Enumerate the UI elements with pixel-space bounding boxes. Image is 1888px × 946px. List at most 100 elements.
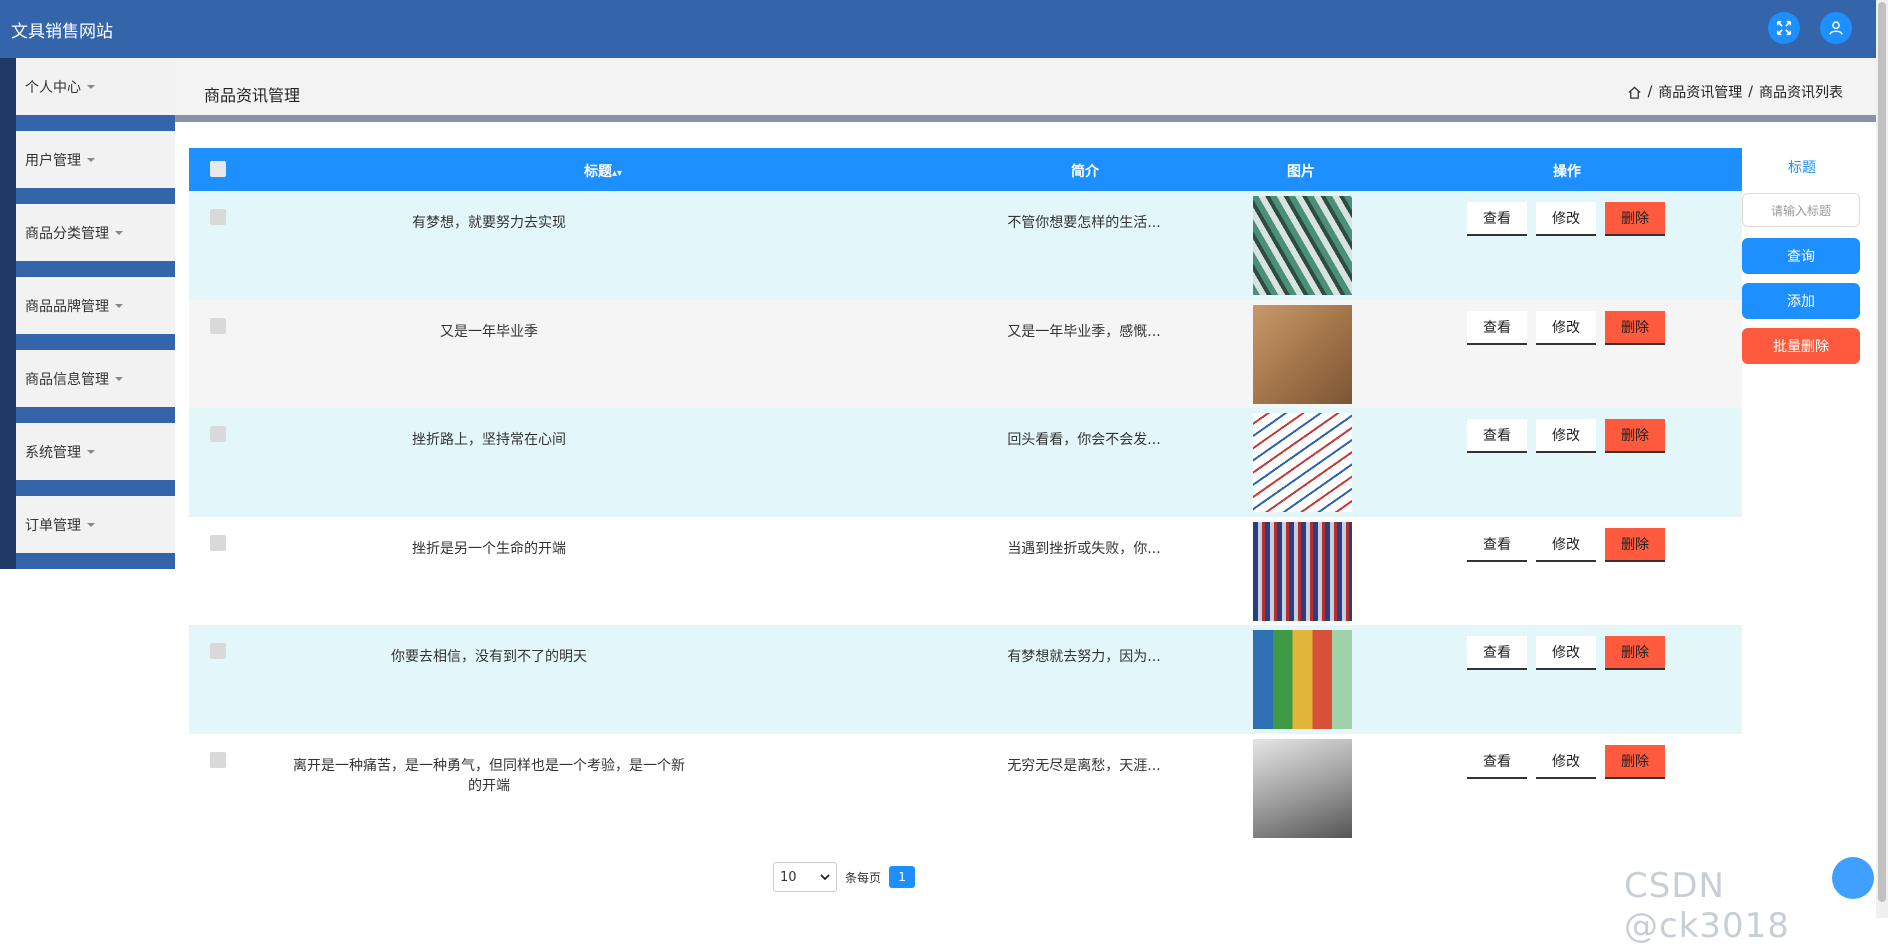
- table-header: 标题▴▾ 简介 图片 操作: [189, 148, 1742, 191]
- table-row: 挫折路上，坚持常在心间 回头看看，你会不会发... 查看 修改 删除: [189, 408, 1742, 517]
- caret-down-icon: [115, 303, 123, 308]
- page-size-select[interactable]: 10: [773, 862, 837, 892]
- fullscreen-button[interactable]: [1768, 12, 1800, 44]
- scrollbar-thumb[interactable]: [1878, 2, 1886, 902]
- edit-button[interactable]: 修改: [1536, 744, 1596, 779]
- cell-title: 挫折是另一个生命的开端: [412, 540, 566, 557]
- breadcrumb-item: 商品资讯列表: [1759, 85, 1843, 101]
- row-checkbox[interactable]: [210, 643, 226, 659]
- delete-button[interactable]: 删除: [1605, 310, 1665, 345]
- sidebar-item-profile[interactable]: 个人中心: [0, 58, 175, 131]
- row-checkbox[interactable]: [210, 209, 226, 225]
- per-page-label: 条每页: [845, 870, 882, 885]
- site-title: 文具销售网站: [11, 22, 113, 42]
- delete-button[interactable]: 删除: [1605, 527, 1665, 562]
- sidebar-item-brands[interactable]: 商品品牌管理: [0, 277, 175, 350]
- row-checkbox[interactable]: [210, 426, 226, 442]
- table-row: 离开是一种痛苦，是一种勇气，但同样也是一个考验，是一个新的开端 无穷无尽是离愁，…: [189, 733, 1742, 842]
- view-button[interactable]: 查看: [1467, 527, 1527, 562]
- view-button[interactable]: 查看: [1467, 310, 1527, 345]
- sidebar-item-orders[interactable]: 订单管理: [0, 496, 175, 569]
- caret-down-icon: [115, 376, 123, 381]
- add-button[interactable]: 添加: [1742, 283, 1860, 319]
- delete-button[interactable]: 删除: [1605, 636, 1665, 670]
- view-button[interactable]: 查看: [1467, 636, 1527, 670]
- sidebar: 个人中心 用户管理 商品分类管理 商品品牌管理 商品信息管理 系统管理 订单管理: [0, 58, 175, 569]
- search-label: 标题: [1788, 160, 1816, 176]
- cell-intro: 又是一年毕业季，感慨...: [1007, 323, 1161, 340]
- view-button[interactable]: 查看: [1467, 744, 1527, 779]
- table-row: 挫折是另一个生命的开端 当遇到挫折或失败，你... 查看 修改 删除: [189, 516, 1742, 625]
- delete-button[interactable]: 删除: [1605, 744, 1665, 779]
- edit-button[interactable]: 修改: [1536, 527, 1596, 562]
- sidebar-item-label: 商品品牌管理: [25, 298, 109, 315]
- table-row: 有梦想，就要努力去实现 不管你想要怎样的生活... 查看 修改 删除: [189, 191, 1742, 300]
- cell-title: 有梦想，就要努力去实现: [412, 215, 566, 231]
- cell-title: 又是一年毕业季: [440, 323, 538, 340]
- caret-down-icon: [87, 449, 95, 454]
- table-row: 你要去相信，没有到不了的明天 有梦想就去努力，因为... 查看 修改 删除: [189, 625, 1742, 734]
- delete-button[interactable]: 删除: [1605, 419, 1665, 453]
- row-checkbox[interactable]: [210, 534, 226, 551]
- product-image: [1253, 304, 1352, 404]
- user-button[interactable]: [1820, 12, 1852, 44]
- row-checkbox[interactable]: [210, 317, 226, 334]
- top-header: 文具销售网站: [0, 0, 1876, 58]
- cell-title: 离开是一种痛苦，是一种勇气，但同样也是一个考验，是一个新的开端: [293, 757, 685, 794]
- product-image: [1253, 630, 1352, 729]
- page-title: 商品资讯管理: [204, 86, 301, 105]
- column-header-intro: 简介: [1071, 164, 1099, 180]
- sidebar-item-categories[interactable]: 商品分类管理: [0, 204, 175, 277]
- caret-down-icon: [87, 157, 95, 162]
- sidebar-item-users[interactable]: 用户管理: [0, 131, 175, 204]
- breadcrumb-item[interactable]: 商品资讯管理: [1658, 82, 1742, 102]
- home-icon[interactable]: [1627, 85, 1642, 100]
- view-button[interactable]: 查看: [1467, 419, 1527, 453]
- sidebar-item-label: 系统管理: [25, 444, 81, 461]
- product-image: [1253, 738, 1352, 838]
- sort-icon[interactable]: ▴▾: [612, 168, 622, 179]
- breadcrumb: / 商品资讯管理 / 商品资讯列表: [1627, 82, 1843, 102]
- column-header-image: 图片: [1287, 164, 1315, 180]
- cell-intro: 无穷无尽是离愁，天涯...: [1007, 757, 1161, 774]
- column-header-action: 操作: [1553, 164, 1581, 180]
- product-image: [1253, 196, 1352, 295]
- sidebar-item-system[interactable]: 系统管理: [0, 423, 175, 496]
- sidebar-item-label: 用户管理: [25, 152, 81, 169]
- cell-intro: 不管你想要怎样的生活...: [1007, 215, 1161, 231]
- delete-button[interactable]: 删除: [1605, 202, 1665, 236]
- query-button[interactable]: 查询: [1742, 238, 1860, 274]
- sidebar-item-label: 个人中心: [25, 79, 81, 96]
- edit-button[interactable]: 修改: [1536, 419, 1596, 453]
- row-checkbox[interactable]: [210, 751, 226, 768]
- batch-delete-button[interactable]: 批量删除: [1742, 328, 1860, 364]
- floating-action-button[interactable]: [1832, 857, 1874, 899]
- edit-button[interactable]: 修改: [1536, 636, 1596, 670]
- page-heading: [175, 58, 1876, 115]
- cell-intro: 回头看看，你会不会发...: [1007, 432, 1161, 448]
- cell-title: 你要去相信，没有到不了的明天: [391, 649, 587, 665]
- caret-down-icon: [87, 522, 95, 527]
- edit-button[interactable]: 修改: [1536, 310, 1596, 345]
- cell-intro: 有梦想就去努力，因为...: [1007, 649, 1161, 665]
- page-number-button[interactable]: 1: [889, 866, 916, 888]
- sidebar-item-products[interactable]: 商品信息管理: [0, 350, 175, 423]
- news-table: 标题▴▾ 简介 图片 操作 有梦想，就要努力去实现 不管你想要怎样的生活... …: [189, 148, 1742, 842]
- sidebar-item-label: 商品信息管理: [25, 371, 109, 388]
- sidebar-item-label: 商品分类管理: [25, 225, 109, 242]
- caret-down-icon: [115, 230, 123, 235]
- select-all-checkbox[interactable]: [210, 161, 226, 177]
- title-search-input[interactable]: 请输入标题: [1742, 193, 1860, 227]
- cell-title: 挫折路上，坚持常在心间: [412, 432, 566, 448]
- product-image: [1253, 413, 1352, 512]
- view-button[interactable]: 查看: [1467, 202, 1527, 236]
- column-header-title[interactable]: 标题▴▾: [584, 161, 622, 181]
- sidebar-item-label: 订单管理: [25, 517, 81, 534]
- cell-intro: 当遇到挫折或失败，你...: [1007, 540, 1161, 557]
- chevron-down-icon: [820, 874, 830, 881]
- edit-button[interactable]: 修改: [1536, 202, 1596, 236]
- heading-divider: [175, 115, 1876, 122]
- product-image: [1253, 521, 1352, 621]
- expand-icon: [1776, 20, 1792, 36]
- pagination: 10 条每页 1: [773, 862, 916, 892]
